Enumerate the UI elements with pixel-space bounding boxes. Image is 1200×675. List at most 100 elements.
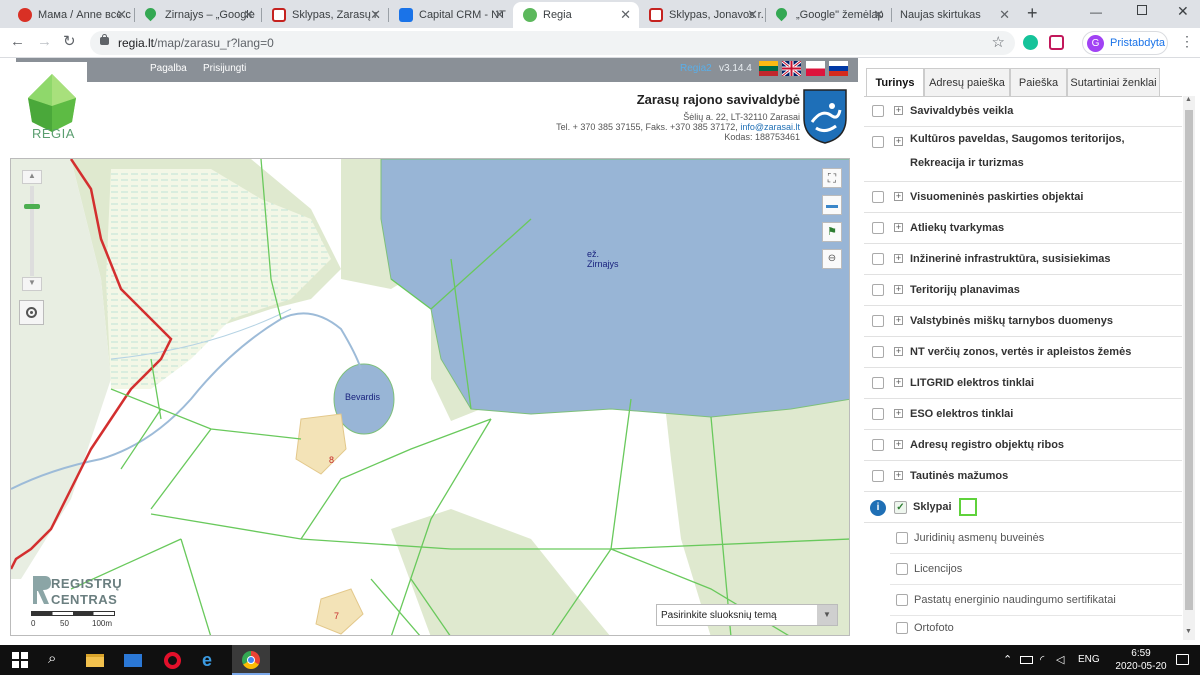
browser-tab-active[interactable]: Regia ✕: [513, 2, 639, 28]
tab-contents[interactable]: Turinys: [866, 68, 924, 96]
expand-plus-icon[interactable]: +: [894, 347, 903, 356]
layer-item[interactable]: + Valstybinės miškų tarnybos duomenys: [864, 306, 1182, 337]
tab-search[interactable]: Paieška: [1010, 68, 1067, 96]
omnibox[interactable]: regia.lt/map/zarasu_r?lang=0 ☆: [90, 31, 1015, 55]
clock-date[interactable]: 2020-05-20: [1106, 661, 1176, 672]
expand-plus-icon[interactable]: +: [894, 137, 903, 146]
layer-item[interactable]: + Inžinerinė infrastruktūra, susisiekima…: [864, 244, 1182, 275]
layer-item[interactable]: + Savivaldybės veikla: [864, 96, 1182, 127]
file-explorer-icon[interactable]: [86, 650, 106, 670]
browser-tab[interactable]: Capital CRM - NT ✕: [389, 2, 513, 28]
tab-address-search[interactable]: Adresų paieška: [924, 68, 1010, 96]
browser-tab[interactable]: „Google" žemėlap ✕: [766, 2, 892, 28]
maximize-window-icon[interactable]: [1137, 5, 1147, 15]
flag-marker-icon[interactable]: ⚑: [822, 222, 842, 242]
layer-item[interactable]: + Adresų registro objektų ribos: [864, 430, 1182, 461]
tray-chevron-up-icon[interactable]: ⌃: [1003, 653, 1012, 666]
reload-icon[interactable]: ↻: [63, 32, 76, 50]
close-tab-icon[interactable]: ✕: [116, 7, 127, 23]
layer-checkbox[interactable]: [872, 253, 884, 265]
close-tab-icon[interactable]: ✕: [620, 7, 631, 23]
link-icon[interactable]: ⊖: [822, 249, 842, 269]
zoom-out-button[interactable]: ▼: [22, 277, 42, 291]
info-icon[interactable]: i: [870, 500, 886, 516]
search-icon[interactable]: ⌕: [48, 650, 68, 670]
tab-legend[interactable]: Sutartiniai ženklai: [1067, 68, 1160, 96]
browser-tab[interactable]: Sklypas, Zarasų r. ✕: [262, 2, 389, 28]
sub-layer-item[interactable]: Licencijos: [890, 554, 1182, 585]
layer-item[interactable]: + Atliekų tvarkymas: [864, 213, 1182, 244]
parcel-label[interactable]: 8: [329, 455, 334, 465]
nav-login-link[interactable]: Prisijungti: [203, 63, 246, 74]
layer-checkbox[interactable]: [872, 377, 884, 389]
forward-arrow-icon[interactable]: →: [37, 33, 52, 50]
close-window-icon[interactable]: ✕: [1177, 3, 1189, 20]
expand-plus-icon[interactable]: +: [894, 409, 903, 418]
layer-item[interactable]: + Kultūros paveldas, Saugomos teritorijo…: [864, 127, 1182, 182]
regia-logo[interactable]: REGIA: [16, 62, 87, 152]
nav-help-link[interactable]: Pagalba: [150, 63, 187, 74]
scrollbar-thumb[interactable]: [1185, 110, 1193, 610]
layer-checkbox[interactable]: [896, 532, 908, 544]
edge-icon[interactable]: e: [202, 650, 222, 670]
layer-checkbox[interactable]: [872, 105, 884, 117]
panel-scrollbar[interactable]: ▲ ▼: [1183, 96, 1195, 640]
browser-menu-icon[interactable]: ⋮: [1180, 33, 1194, 50]
close-tab-icon[interactable]: ✕: [747, 7, 758, 23]
layer-checkbox[interactable]: [872, 439, 884, 451]
sub-layer-item[interactable]: Juridinių asmenų buveinės: [890, 523, 1182, 554]
layer-checkbox[interactable]: [872, 222, 884, 234]
new-tab-button[interactable]: +: [1027, 3, 1038, 24]
chevron-down-icon[interactable]: ▼: [817, 605, 837, 625]
expand-plus-icon[interactable]: +: [894, 285, 903, 294]
layer-checkbox[interactable]: [896, 563, 908, 575]
close-tab-icon[interactable]: ✕: [873, 7, 884, 23]
notification-icon[interactable]: [1176, 654, 1189, 665]
grammarly-extension-icon[interactable]: [1023, 35, 1038, 50]
municipality-email-link[interactable]: info@zarasai.lt: [740, 122, 800, 132]
lithuanian-flag-icon[interactable]: [759, 61, 778, 76]
english-flag-icon[interactable]: [781, 59, 802, 78]
layer-checkbox[interactable]: [872, 284, 884, 296]
minimize-window-icon[interactable]: —: [1090, 5, 1102, 19]
wifi-icon[interactable]: ◜: [1040, 653, 1044, 666]
layer-checkbox[interactable]: [872, 346, 884, 358]
expand-plus-icon[interactable]: +: [894, 378, 903, 387]
profile-button[interactable]: G Pristabdyta: [1082, 31, 1168, 55]
opera-icon[interactable]: [164, 650, 184, 670]
clock-time[interactable]: 6:59: [1120, 648, 1162, 659]
close-tab-icon[interactable]: ✕: [243, 7, 254, 23]
expand-plus-icon[interactable]: +: [894, 316, 903, 325]
expand-plus-icon[interactable]: +: [894, 254, 903, 263]
chrome-taskbar-button[interactable]: [232, 645, 270, 675]
bookmark-star-icon[interactable]: ☆: [992, 33, 1005, 51]
expand-plus-icon[interactable]: +: [894, 440, 903, 449]
map-canvas[interactable]: ež. Zirnajys Bevardis 8 7 ▲ ▼ ⛶ ⚑ ⊖ REGI…: [10, 158, 850, 636]
layer-theme-select[interactable]: Pasirinkite sluoksnių temą ▼: [656, 604, 838, 626]
mail-icon[interactable]: [124, 650, 144, 670]
volume-icon[interactable]: ◁: [1056, 653, 1064, 666]
layer-checkbox[interactable]: [896, 594, 908, 606]
browser-tab[interactable]: Zirnajys – „Google ✕: [135, 2, 262, 28]
layer-checkbox[interactable]: [872, 191, 884, 203]
close-tab-icon[interactable]: ✕: [494, 7, 505, 23]
close-tab-icon[interactable]: ✕: [999, 7, 1010, 23]
polish-flag-icon[interactable]: [806, 61, 825, 76]
locate-me-button[interactable]: [19, 300, 44, 325]
parcel-label[interactable]: 7: [334, 611, 339, 621]
extension-icon[interactable]: [1049, 35, 1064, 50]
browser-tab[interactable]: Naujas skirtukas ✕: [892, 2, 1018, 28]
sub-layer-item[interactable]: Pastatų energinio naudingumo sertifikata…: [890, 585, 1182, 616]
russian-flag-icon[interactable]: [829, 61, 848, 76]
browser-tab[interactable]: Мама / Anne все с ✕: [8, 2, 135, 28]
measure-tool-icon[interactable]: [822, 195, 842, 215]
layer-item[interactable]: + ESO elektros tinklai: [864, 399, 1182, 430]
battery-icon[interactable]: [1020, 656, 1033, 664]
scroll-up-icon[interactable]: ▲: [1185, 96, 1192, 103]
back-arrow-icon[interactable]: ←: [10, 33, 25, 50]
layer-item[interactable]: + Teritorijų planavimas: [864, 275, 1182, 306]
layer-item-sklypai[interactable]: i ✓ Sklypai: [864, 492, 1182, 523]
layer-checkbox[interactable]: [872, 408, 884, 420]
layer-item[interactable]: + Tautinės mažumos: [864, 461, 1182, 492]
layer-checkbox[interactable]: [872, 136, 884, 148]
